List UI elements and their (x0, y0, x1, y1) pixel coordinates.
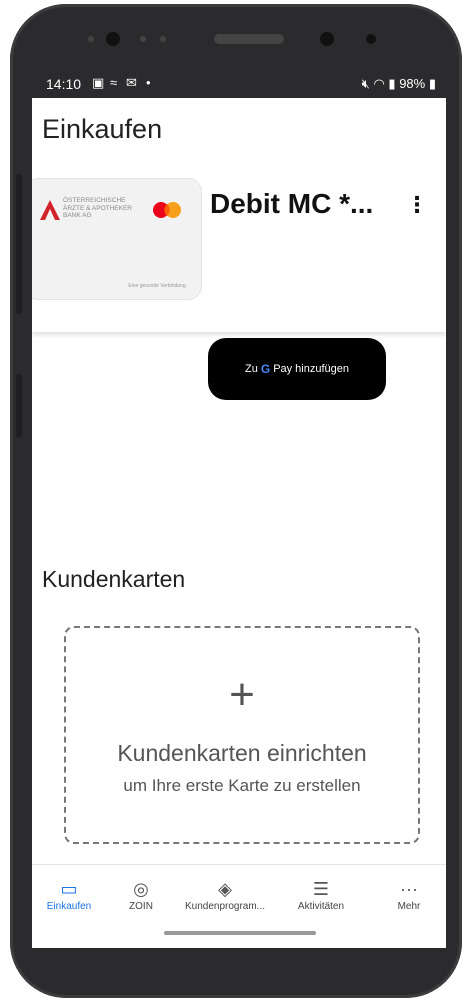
status-right: 🔇︎ ◠ ▮ 98% ▮ (362, 76, 436, 92)
bottom-navigation: ▭ Einkaufen ◎ ZOIN ◈ Kundenprogram... ☰ … (32, 864, 446, 948)
nav-label: Kundenprogram... (184, 901, 266, 912)
nav-item-aktivitaeten[interactable]: ☰ Aktivitäten (278, 877, 364, 912)
plus-icon: + (229, 670, 255, 719)
add-loyalty-title: Kundenkarten einrichten (117, 740, 367, 766)
home-indicator (164, 931, 316, 935)
gpay-prefix: Zu (245, 363, 258, 375)
loyalty-section-title: Kundenkarten (42, 566, 186, 592)
wifi-icon: ◠ (373, 76, 385, 91)
image-icon: ▣ (92, 75, 105, 90)
nav-label: Mehr (397, 901, 421, 912)
mute-icon: 🔇︎ (361, 76, 370, 91)
add-loyalty-card-button[interactable]: + Kundenkarten einrichten um Ihre erste … (64, 626, 420, 844)
google-g-icon: G (260, 362, 271, 376)
nav-item-zoin[interactable]: ◎ ZOIN (98, 877, 184, 912)
add-to-gpay-button[interactable]: Zu G Pay hinzufügen (208, 338, 386, 400)
add-loyalty-subtitle: um Ihre erste Karte zu erstellen (123, 776, 361, 795)
nav-item-kundenprogramme[interactable]: ◈ Kundenprogram... (182, 877, 268, 912)
card-image[interactable]: ÖSTERREICHISCHE ÄRZTE & APOTHEKER BANK A… (32, 178, 202, 300)
battery-icon: ▮ (428, 76, 436, 91)
more-vert-icon[interactable]: ⋮ (406, 192, 428, 218)
list-icon: ☰ (312, 879, 330, 899)
volume-button (16, 174, 22, 314)
card-name: Debit MC *... (210, 188, 374, 219)
camera-bar (10, 4, 462, 74)
dot-icon: • (146, 75, 151, 90)
gpay-pay-label: Pay (273, 363, 293, 375)
signal-wave-icon: ≈ (110, 75, 118, 90)
power-button (16, 374, 22, 438)
status-time: 14:10 (46, 76, 82, 92)
bank-name: ÖSTERREICHISCHE ÄRZTE & APOTHEKER BANK A… (63, 197, 132, 219)
page-title: Einkaufen (42, 114, 163, 144)
nav-label: ZOIN (129, 901, 153, 912)
app-screen: 14:10 ▣ ≈ ✉ • 🔇︎ ◠ ▮ 98% ▮ Einkaufen ÖST… (32, 70, 446, 948)
mastercard-icon (153, 202, 181, 218)
ticket-icon: ◈ (218, 879, 232, 899)
bank-logo-icon (40, 200, 60, 220)
more-horiz-icon: ··· (400, 879, 418, 899)
zoin-icon: ◎ (133, 879, 149, 899)
signal-icon: ▮ (388, 76, 396, 91)
nav-label: Aktivitäten (297, 901, 345, 912)
card-slogan: Eine gesunde Verbindung. (128, 283, 187, 289)
gpay-suffix: hinzufügen (295, 363, 349, 375)
status-bar: 14:10 ▣ ≈ ✉ • 🔇︎ ◠ ▮ 98% ▮ (32, 70, 446, 98)
battery-percent: 98% (399, 76, 426, 91)
nav-item-mehr[interactable]: ··· Mehr (366, 877, 446, 912)
mail-icon: ✉ (126, 75, 137, 90)
